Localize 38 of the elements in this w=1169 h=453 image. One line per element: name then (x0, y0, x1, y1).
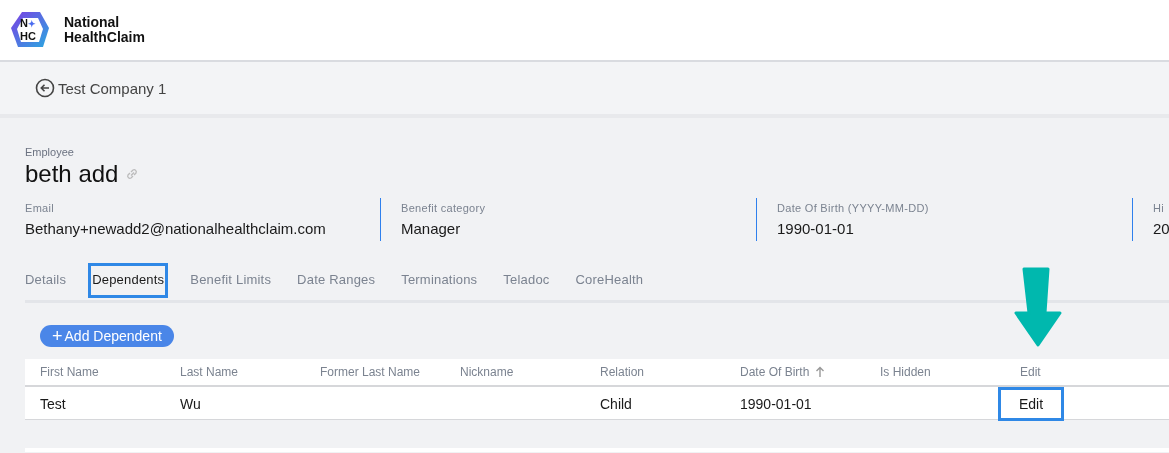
table-cell: Test (40, 396, 66, 412)
tab[interactable]: Date Ranges (293, 263, 380, 298)
tab[interactable]: Dependents (88, 263, 169, 298)
employee-caption: Employee (25, 146, 75, 158)
column-header[interactable]: Nickname (460, 365, 600, 379)
tab[interactable]: Benefit Limits (186, 263, 276, 298)
add-dependent-button[interactable]: +Add Dependent (40, 325, 174, 347)
field-value: Bethany+newadd2@nationalhealthclaim.com (25, 220, 327, 237)
employee-name: beth add (25, 160, 119, 188)
tab[interactable]: CoreHealth (571, 263, 648, 298)
brand-name: National (64, 15, 121, 30)
column-header[interactable]: First Name (40, 365, 180, 379)
field-value: 1990-01-01 (777, 220, 855, 237)
table-cell: Child (600, 396, 632, 412)
field-value: Manager (401, 220, 462, 237)
edit-button[interactable]: Edit (998, 387, 1065, 421)
tab[interactable]: Details (25, 263, 71, 298)
field-label: Date Of Birth (YYYY-MM-DD) (777, 202, 930, 214)
table-cell: Wu (180, 396, 201, 412)
column-header[interactable]: Relation (600, 365, 740, 379)
tab[interactable]: Terminations (397, 263, 482, 298)
column-header[interactable]: Is Hidden (880, 365, 1020, 379)
back-link[interactable]: Test Company 1 (35, 78, 167, 98)
logo-text: HC (20, 30, 36, 42)
field-value: 20 (1153, 220, 1169, 237)
table-cell: 1990-01-01 (740, 396, 812, 412)
field-label: Email (25, 202, 55, 214)
sort-ascending-icon[interactable] (815, 366, 826, 378)
column-header[interactable]: Date Of Birth (740, 365, 880, 379)
column-header[interactable]: Edit (1020, 365, 1160, 379)
field-label: Hi (1153, 202, 1165, 214)
column-header[interactable]: Last Name (180, 365, 320, 379)
logo-text: N✦ (20, 17, 36, 30)
brand-name: HealthClaim (64, 30, 145, 45)
tab[interactable]: Teladoc (499, 263, 554, 298)
logo-icon (10, 10, 50, 50)
field-label: Benefit category (401, 202, 487, 214)
column-header[interactable]: Former Last Name (320, 365, 460, 379)
